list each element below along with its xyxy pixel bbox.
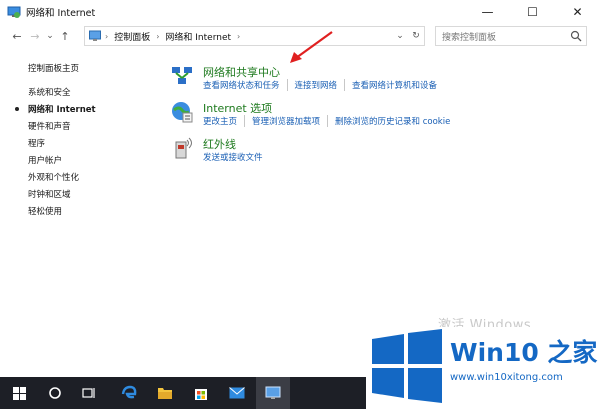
edge-button[interactable] [112,377,146,409]
minimize-button[interactable]: — [465,0,510,24]
sidebar-item-programs[interactable]: 程序 [28,137,45,149]
site-logo-name: Win10 之家 [450,338,598,367]
breadcrumb-separator: › [105,31,109,41]
site-logo-url: www.win10xitong.com [450,372,563,383]
file-explorer-icon [158,388,172,399]
recent-locations-button[interactable]: ⌄ [44,26,56,46]
active-indicator [15,107,19,111]
breadcrumb-separator: › [156,31,160,41]
control-panel-icon [89,30,101,41]
breadcrumb-item-control-panel[interactable]: 控制面板 [114,30,150,43]
section-title[interactable]: 网络和共享中心 [203,64,280,80]
section-title[interactable]: 红外线 [203,136,236,152]
sidebar-item-home[interactable]: 控制面板主页 [28,62,79,74]
store-icon [195,389,207,400]
link-delete-history[interactable]: 删除浏览的历史记录和 cookie [327,115,457,127]
link-change-homepage[interactable]: 更改主页 [203,115,244,127]
task-view-button[interactable] [72,377,106,409]
infrared-icon [175,137,192,159]
address-dropdown-button[interactable]: ⌄ [392,27,408,45]
link-view-network-computers[interactable]: 查看网络计算机和设备 [344,79,444,91]
task-view-icon [82,388,95,398]
section-title[interactable]: Internet 选项 [203,100,272,116]
maximize-button[interactable]: ☐ [510,0,555,24]
windows-start-icon [12,386,26,400]
start-button[interactable] [2,377,36,409]
breadcrumb-item-network[interactable]: 网络和 Internet [165,30,231,43]
sidebar-item-appearance[interactable]: 外观和个性化 [28,171,79,183]
store-button[interactable] [184,377,218,409]
sidebar-item-clock-region[interactable]: 时钟和区域 [28,188,71,200]
link-send-receive-files[interactable]: 发送或接收文件 [203,151,270,163]
file-explorer-button[interactable] [148,377,182,409]
close-button[interactable]: ✕ [555,0,600,24]
sidebar-item-hardware-sound[interactable]: 硬件和声音 [28,120,71,132]
title-bar: 网络和 Internet — ☐ ✕ [0,0,600,24]
forward-button[interactable]: → [26,26,44,46]
windows-logo-icon [372,329,442,403]
sidebar-item-system-security[interactable]: 系统和安全 [28,86,71,98]
cortana-icon [49,387,61,399]
sidebar-item-network[interactable]: 网络和 Internet [28,103,96,115]
mail-icon [229,387,245,399]
internet-options-icon [172,102,193,123]
annotation-arrow-icon [290,31,333,63]
up-button[interactable]: ↑ [56,26,74,46]
network-sharing-icon [172,67,192,84]
network-app-icon [7,6,21,18]
cortana-button[interactable] [38,377,72,409]
link-manage-addons[interactable]: 管理浏览器加载项 [244,115,327,127]
search-input[interactable]: 搜索控制面板 [435,26,587,46]
control-panel-taskbar-button[interactable] [256,377,290,409]
mail-button[interactable] [220,377,254,409]
link-view-network-status[interactable]: 查看网络状态和任务 [203,79,287,91]
window-title: 网络和 Internet [26,8,96,19]
control-panel-icon [265,386,281,399]
sidebar-item-user-accounts[interactable]: 用户帐户 [28,154,62,166]
breadcrumb-separator: › [237,31,241,41]
search-placeholder: 搜索控制面板 [442,32,497,43]
site-logo-badge: Win10 之家 www.win10xitong.com [366,327,600,409]
address-bar[interactable]: › 控制面板 › 网络和 Internet › ⌄ ↻ [84,26,425,46]
link-connect-to-network[interactable]: 连接到网络 [286,79,345,91]
edge-icon [121,385,137,399]
refresh-button[interactable]: ↻ [408,27,424,45]
search-icon[interactable] [570,30,582,42]
back-button[interactable]: ← [8,26,26,46]
sidebar-item-ease-of-access[interactable]: 轻松使用 [28,205,62,217]
